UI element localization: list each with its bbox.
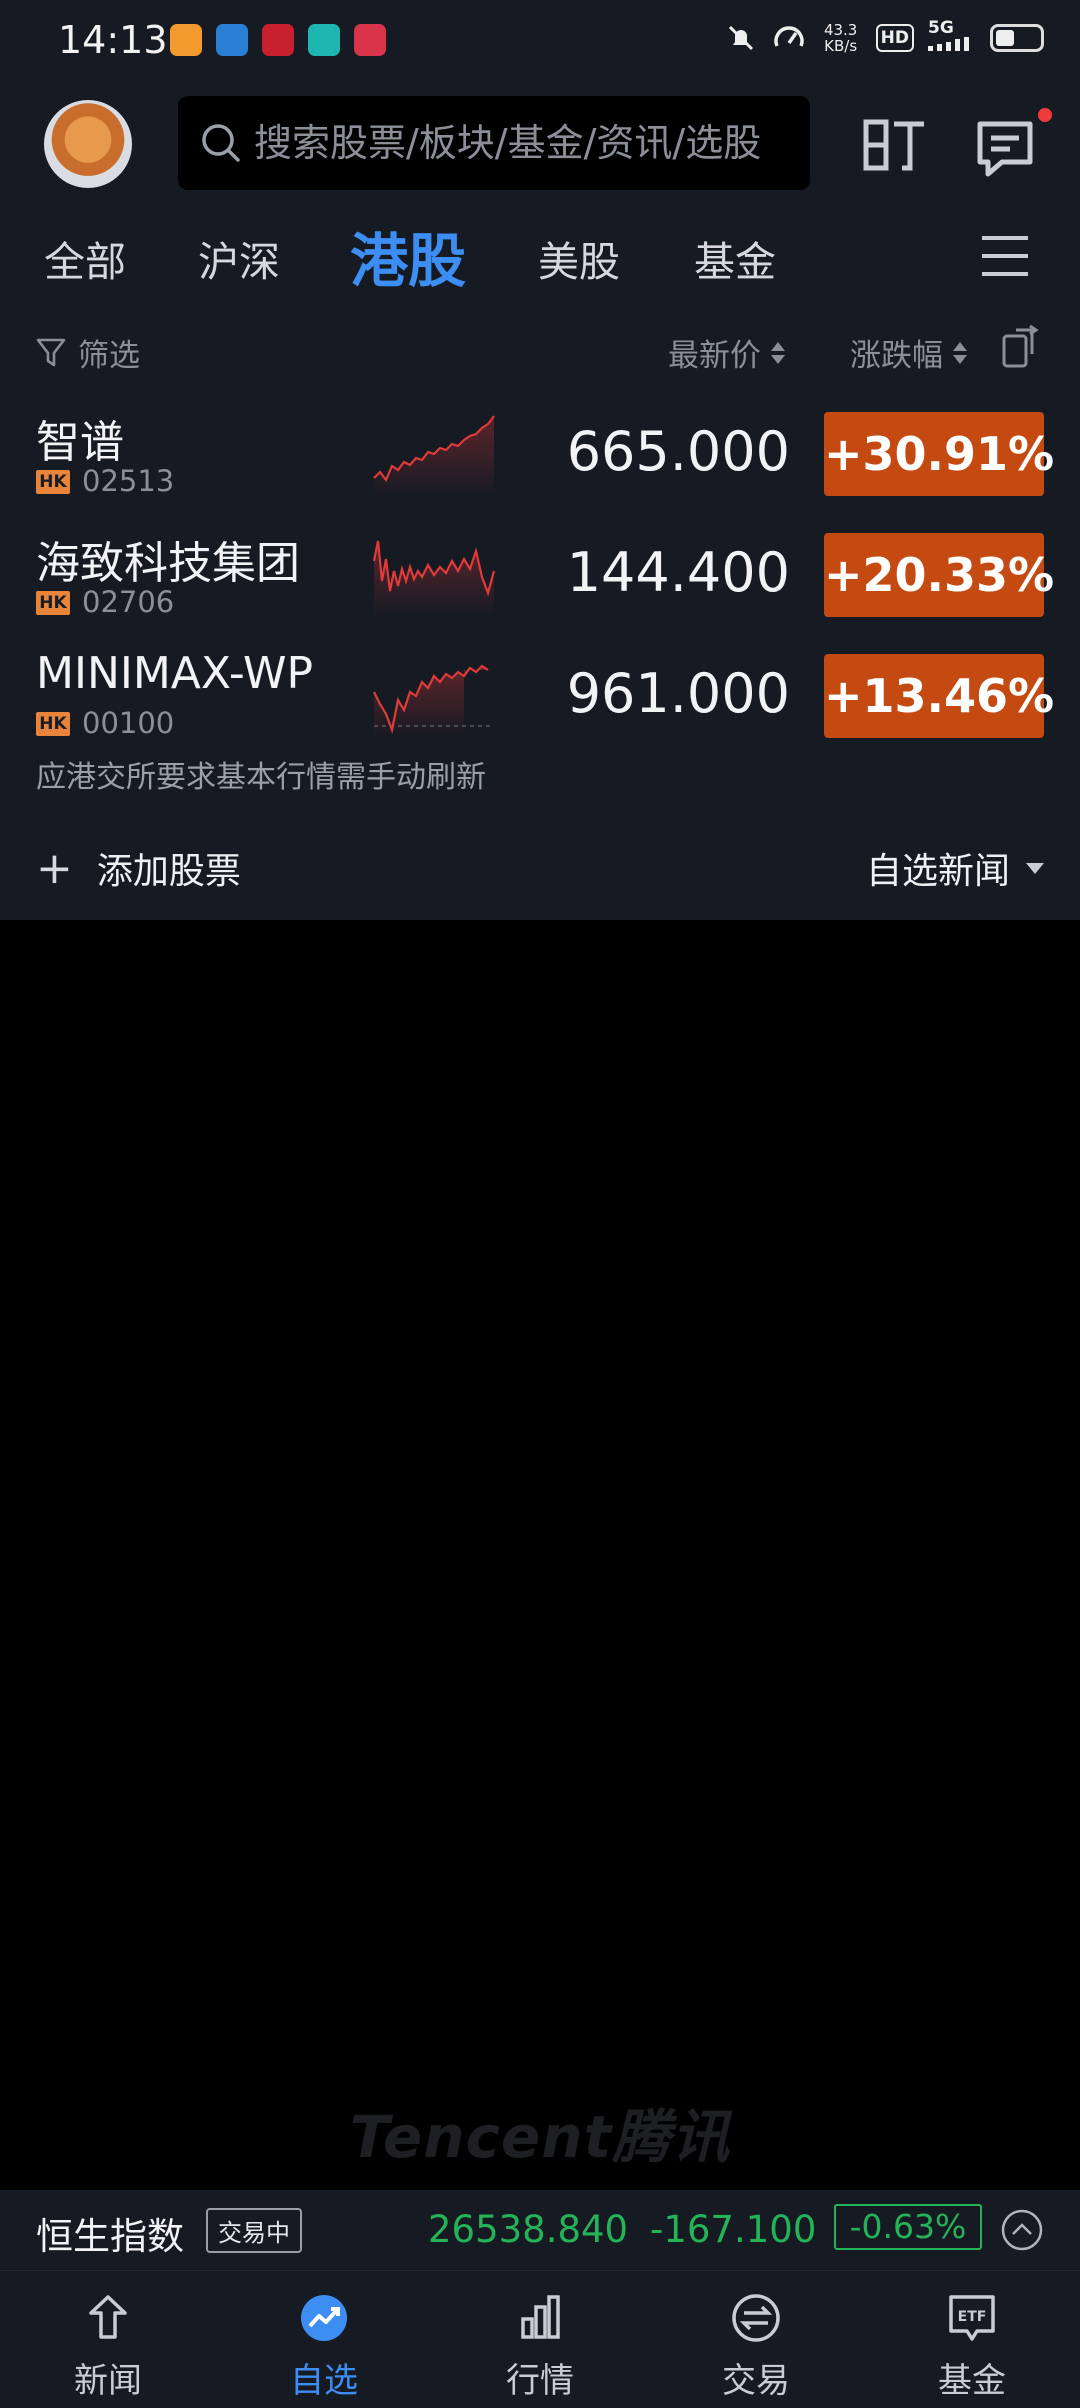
price-sort-label: 最新价: [668, 338, 761, 374]
news-icon: [89, 2295, 127, 2339]
message-unread-dot: [1038, 108, 1052, 122]
notification-app-icon: [262, 24, 294, 56]
speed-gauge-icon: [773, 25, 804, 47]
search-box[interactable]: [178, 96, 810, 190]
index-ticker-bar[interactable]: 恒生指数 交易中 26538.840 -167.100 -0.63%: [0, 2190, 1080, 2270]
status-bar: 14:13 43.3 KB/s HD 5G: [0, 0, 1080, 82]
stock-code: 00100: [82, 706, 175, 740]
filter-icon: [36, 338, 66, 366]
tab-shanghai-shenzhen[interactable]: 沪深: [198, 228, 280, 288]
sort-by-price[interactable]: 最新价: [668, 330, 785, 375]
ding-icon[interactable]: [862, 118, 926, 174]
sort-arrows-icon: [953, 341, 967, 364]
hd-indicator: HD: [875, 23, 914, 52]
stock-name: 海致科技集团: [36, 538, 300, 589]
trading-status-badge: 交易中: [206, 2208, 302, 2253]
tab-all[interactable]: 全部: [44, 228, 126, 288]
signal-indicator: 5G: [928, 20, 976, 55]
network-speed: 43.3 KB/s: [820, 22, 862, 54]
menu-icon[interactable]: [980, 234, 1030, 278]
index-value: 26538.840: [428, 2208, 629, 2251]
search-input[interactable]: [254, 121, 810, 165]
notification-app-icon: [170, 24, 202, 56]
column-switch-icon[interactable]: [1000, 322, 1044, 370]
index-change: -167.100: [650, 2208, 817, 2251]
index-name: 恒生指数: [36, 2215, 184, 2258]
market-icon: [521, 2295, 560, 2339]
notification-icons: [170, 24, 386, 56]
stock-name: 智谱: [36, 417, 124, 468]
caret-down-icon: [1026, 862, 1044, 874]
market-badge: HK: [36, 591, 70, 615]
stock-row[interactable]: MINIMAX-WP HK 00100 961.000 +13.46%: [0, 640, 1080, 760]
search-icon: [202, 124, 240, 162]
signal-label: 5G: [928, 18, 954, 38]
nav-label: 新闻: [74, 2361, 142, 2401]
market-badge: HK: [36, 712, 70, 736]
plus-icon: +: [36, 842, 73, 894]
market-tabs: 全部 沪深 港股 美股 基金: [0, 210, 1080, 300]
sort-by-change[interactable]: 涨跌幅: [850, 330, 967, 375]
nav-watchlist[interactable]: 自选: [244, 2271, 404, 2408]
market-badge: HK: [36, 470, 70, 494]
add-stock-label: 添加股票: [96, 851, 241, 892]
stock-code: 02513: [82, 464, 175, 498]
intraday-sparkline: [372, 540, 496, 617]
watchlist-panel: 14:13 43.3 KB/s HD 5G 搜索股票/板块/基金/资讯/选股 全…: [0, 0, 1080, 920]
trade-icon: [732, 2294, 780, 2342]
nav-market[interactable]: 行情: [460, 2271, 620, 2408]
bottom-navigation: 新闻 自选 行情 交易 ETF 基金: [0, 2270, 1080, 2408]
watchlist-news-toggle[interactable]: 自选新闻: [866, 842, 1044, 894]
stock-price: 665.000: [566, 420, 790, 483]
change-percent-badge[interactable]: +30.91%: [824, 412, 1054, 496]
tencent-watermark: Tencent腾讯: [349, 2103, 731, 2171]
notification-app-icon: [216, 24, 248, 56]
notification-app-icon: [354, 24, 386, 56]
intraday-sparkline: [373, 664, 494, 738]
nav-label: 基金: [938, 2361, 1006, 2401]
refresh-notice: 应港交所要求基本行情需手动刷新: [36, 760, 486, 795]
nav-label: 交易: [722, 2361, 790, 2401]
status-time: 14:13: [58, 18, 168, 62]
stock-price: 144.400: [566, 541, 790, 604]
change-percent-badge[interactable]: +20.33%: [824, 533, 1054, 617]
nav-fund[interactable]: ETF 基金: [892, 2271, 1052, 2408]
stock-price: 961.000: [566, 662, 790, 725]
expand-up-icon[interactable]: [1000, 2208, 1044, 2252]
network-speed-value: 43.3: [823, 20, 858, 39]
tab-hong-kong[interactable]: 港股: [350, 214, 466, 298]
signal-bars-icon: [928, 37, 969, 51]
filter-label: 筛选: [78, 338, 140, 374]
stock-row[interactable]: 智谱 HK 02513 665.000 +30.91%: [0, 398, 1080, 518]
change-percent-badge[interactable]: +13.46%: [824, 654, 1054, 738]
nav-label: 行情: [506, 2361, 574, 2401]
filter-button[interactable]: 筛选: [36, 330, 140, 375]
svg-text:ETF: ETF: [958, 2309, 987, 2325]
index-change-percent: -0.63%: [834, 2204, 982, 2250]
stock-row[interactable]: 海致科技集团 HK 02706 144.400 +20.33%: [0, 519, 1080, 639]
watchlist-icon: [301, 2295, 347, 2341]
sort-arrows-icon: [771, 341, 785, 364]
add-stock-button[interactable]: + 添加股票: [36, 842, 241, 894]
message-icon[interactable]: [974, 118, 1036, 180]
nav-label: 自选: [290, 2361, 358, 2401]
status-indicators: 43.3 KB/s HD 5G: [724, 20, 1044, 55]
tab-us[interactable]: 美股: [538, 228, 620, 288]
tab-funds[interactable]: 基金: [694, 228, 776, 288]
stock-name: MINIMAX-WP: [36, 648, 313, 699]
stock-code: 02706: [82, 585, 175, 619]
news-toggle-label: 自选新闻: [865, 851, 1010, 892]
network-speed-unit: KB/s: [824, 36, 858, 55]
fund-icon: ETF: [949, 2295, 995, 2341]
intraday-sparkline: [373, 415, 495, 496]
avatar[interactable]: [44, 100, 132, 188]
change-sort-label: 涨跌幅: [850, 338, 943, 374]
nav-trade[interactable]: 交易: [676, 2271, 836, 2408]
battery-icon: [990, 23, 1044, 52]
nav-news[interactable]: 新闻: [28, 2271, 188, 2408]
mute-icon: [728, 25, 753, 50]
notification-app-icon: [308, 24, 340, 56]
